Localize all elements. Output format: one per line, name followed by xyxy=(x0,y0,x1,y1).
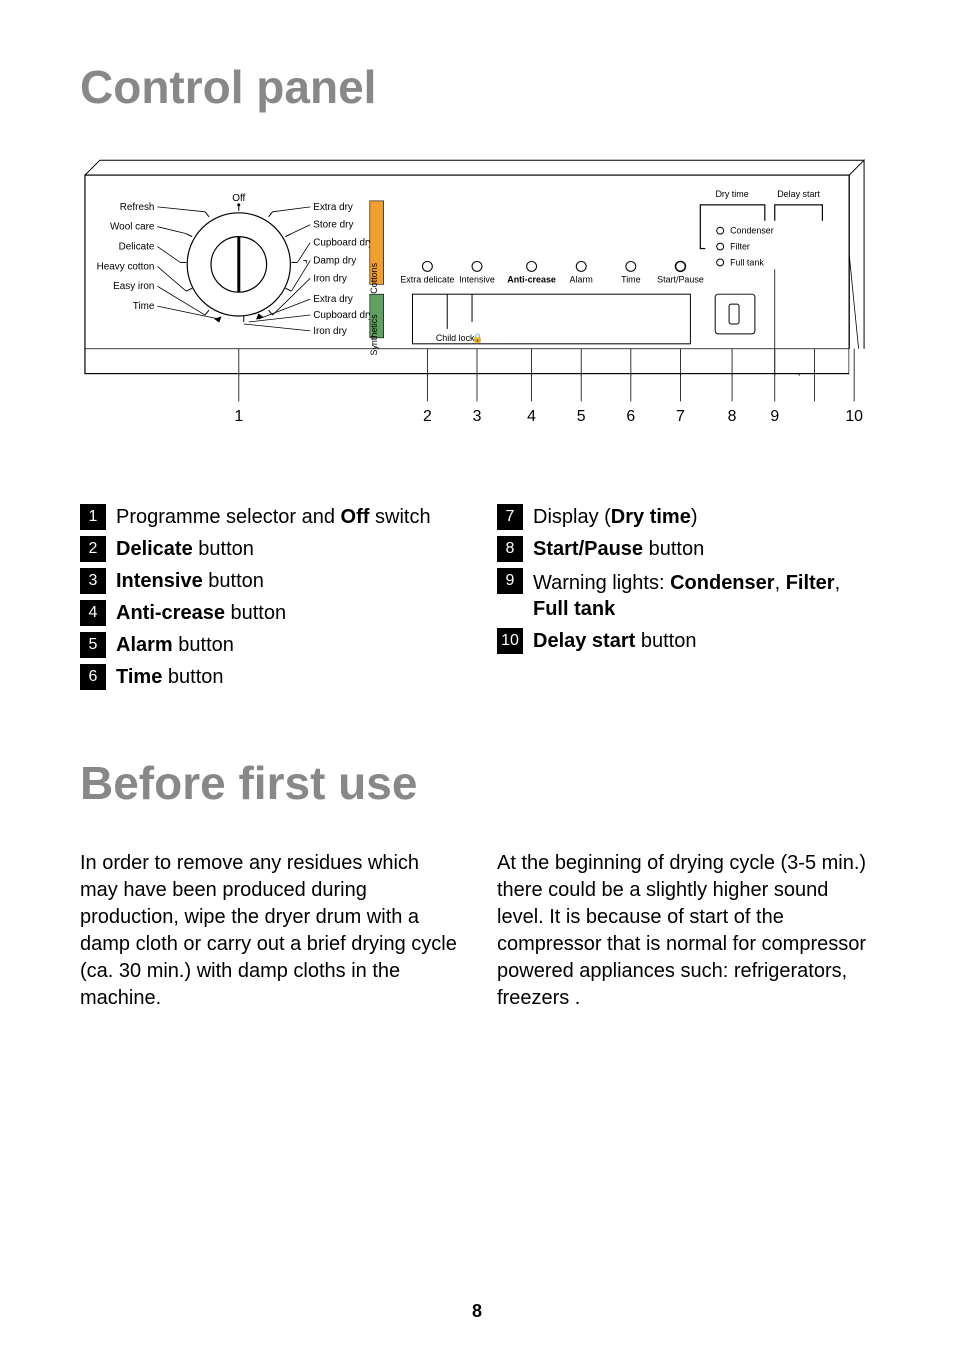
svg-text:Condenser: Condenser xyxy=(730,226,774,236)
section-title-control-panel: Control panel xyxy=(80,60,874,114)
legend-text: Display (Dry time) xyxy=(533,504,698,530)
legend-row: 2 Delicate button xyxy=(80,536,457,562)
btn-label-startpause: Start/Pause xyxy=(657,274,704,284)
legend-text: Warning lights: Condenser, Filter, Full … xyxy=(533,568,874,622)
legend-number: 9 xyxy=(497,568,523,594)
legend-number: 8 xyxy=(497,536,523,562)
legend-text: Intensive button xyxy=(116,568,264,594)
dial-label-damp-dry: Damp dry xyxy=(313,255,356,266)
legend-text: Delay start button xyxy=(533,628,696,654)
section-title-before-first-use: Before first use xyxy=(80,756,874,810)
btn-label-intensive: Intensive xyxy=(459,274,495,284)
dial-label-store-dry: Store dry xyxy=(313,220,353,231)
callout-5: 5 xyxy=(577,408,586,425)
svg-text:Filter: Filter xyxy=(730,242,750,252)
legend-row: 8 Start/Pause button xyxy=(497,536,874,562)
dial-label-iron-dry: Iron dry xyxy=(313,273,347,284)
btn-label-time: Time xyxy=(621,274,641,284)
btn-label-extra-delicate: Extra delicate xyxy=(400,274,454,284)
control-panel-diagram: Off Refresh Wool care Delicate Heavy cot… xyxy=(80,154,874,484)
legend-number: 5 xyxy=(80,632,106,658)
legend-number: 7 xyxy=(497,504,523,530)
legend-number: 6 xyxy=(80,664,106,690)
legend-number: 2 xyxy=(80,536,106,562)
callout-1: 1 xyxy=(234,408,243,425)
legend-row: 1 Programme selector and Off switch xyxy=(80,504,457,530)
group-synth-label: Synthetics xyxy=(369,314,379,356)
legend-text: Delicate button xyxy=(116,536,254,562)
legend-text: Programme selector and Off switch xyxy=(116,504,431,530)
dial-label-refresh: Refresh xyxy=(120,202,155,213)
group-cottons-label: Cottons xyxy=(369,262,379,293)
page-number: 8 xyxy=(0,1301,954,1322)
legend-text: Alarm button xyxy=(116,632,234,658)
dial-label-synth-cupboard: Cupboard dry xyxy=(313,310,373,321)
callout-6: 6 xyxy=(626,408,635,425)
dial-label-easyiron: Easy iron xyxy=(113,281,154,292)
callout-10: 10 xyxy=(845,408,863,425)
body-col-2: At the beginning of drying cycle (3-5 mi… xyxy=(497,850,874,1012)
svg-text:🔒: 🔒 xyxy=(472,333,483,343)
dial-label-synth-extra: Extra dry xyxy=(313,294,353,305)
btn-label-anticrease: Anti-crease xyxy=(507,274,556,284)
legend-text: Start/Pause button xyxy=(533,536,704,562)
legend-col-left: 1 Programme selector and Off switch 2 Delic… xyxy=(80,504,457,696)
body-col-1: In order to remove any residues which ma… xyxy=(80,850,457,1012)
legend-row: 10 Delay start button xyxy=(497,628,874,654)
legend-text: Time button xyxy=(116,664,224,690)
callout-8: 8 xyxy=(728,408,737,425)
legend-text: Anti-crease button xyxy=(116,600,286,626)
legend: 1 Programme selector and Off switch 2 Delic… xyxy=(80,504,874,696)
legend-number: 10 xyxy=(497,628,523,654)
callout-9: 9 xyxy=(770,408,779,425)
legend-number: 4 xyxy=(80,600,106,626)
callout-3: 3 xyxy=(473,408,482,425)
callout-7: 7 xyxy=(676,408,685,425)
legend-col-right: 7 Display (Dry time) 8 Start/Pause button 9W… xyxy=(497,504,874,696)
legend-number: 3 xyxy=(80,568,106,594)
callout-2: 2 xyxy=(423,408,432,425)
svg-text:Full tank: Full tank xyxy=(730,257,764,267)
dial-label-extra-dry: Extra dry xyxy=(313,202,353,213)
dial-off-label: Off xyxy=(232,193,245,204)
dial-label-cupboard-dry: Cupboard dry xyxy=(313,238,373,249)
legend-row: 5 Alarm button xyxy=(80,632,457,658)
child-lock-label: Child lock xyxy=(436,333,475,343)
btn-label-alarm: Alarm xyxy=(570,274,593,284)
legend-row: 7 Display (Dry time) xyxy=(497,504,874,530)
legend-row: 9 Warning lights: Condenser, Filter, Full… xyxy=(497,568,874,622)
legend-number: 1 xyxy=(80,504,106,530)
body-columns: In order to remove any residues which ma… xyxy=(80,850,874,1012)
dial-label-heavycotton: Heavy cotton xyxy=(97,261,155,272)
display-delay-start-label: Delay start xyxy=(777,189,820,199)
legend-row: 3 Intensive button xyxy=(80,568,457,594)
legend-row: 6 Time button xyxy=(80,664,457,690)
dial-label-time: Time xyxy=(133,301,155,312)
display-dry-time-label: Dry time xyxy=(715,189,748,199)
callout-4: 4 xyxy=(527,408,536,425)
legend-row: 4 Anti-crease button xyxy=(80,600,457,626)
dial-label-woolcare: Wool care xyxy=(110,222,155,233)
dial-label-delicate: Delicate xyxy=(119,242,155,253)
dial-label-synth-iron: Iron dry xyxy=(313,326,347,337)
